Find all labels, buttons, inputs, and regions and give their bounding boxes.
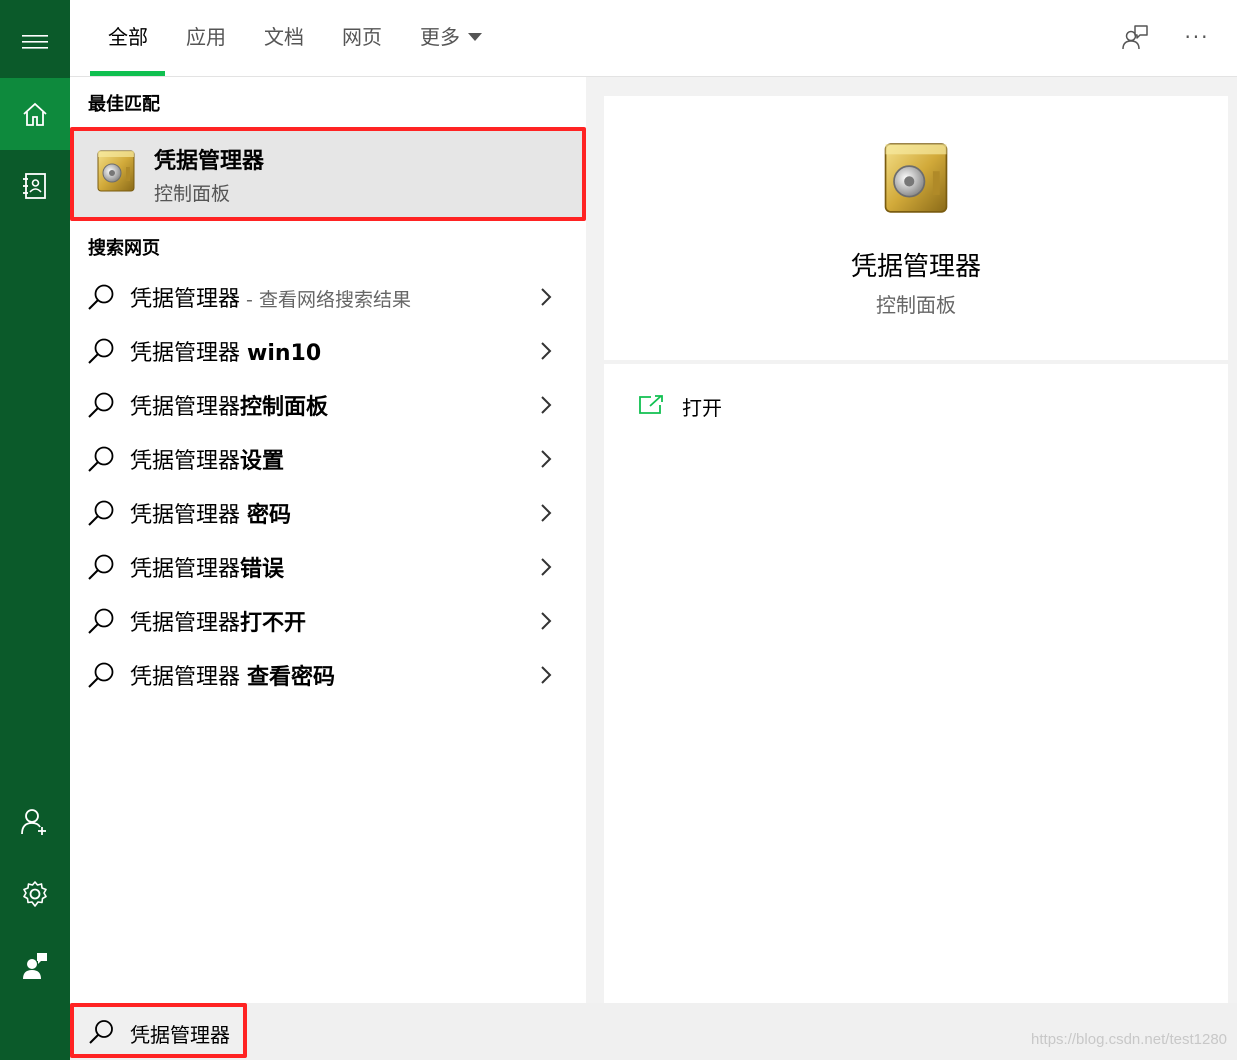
hamburger-menu-icon — [22, 35, 48, 49]
vault-safe-icon — [884, 143, 948, 213]
open-action-label: 打开 — [682, 396, 722, 420]
best-match-subtitle: 控制面板 — [154, 183, 231, 205]
web-search-query-suggestion: 设置 — [240, 449, 285, 474]
active-tab-indicator — [90, 71, 165, 76]
tab-apps[interactable]: 应用 — [186, 22, 226, 52]
search-icon — [88, 500, 114, 526]
account-button[interactable] — [0, 786, 70, 858]
web-search-query-prefix: 凭据管理器 — [130, 341, 247, 366]
chevron-right-icon — [541, 450, 552, 468]
web-search-text: 凭据管理器 查看密码 — [130, 659, 335, 691]
web-search-query-prefix: 凭据管理器 — [130, 611, 241, 636]
web-search-text: 凭据管理器错误 — [130, 551, 284, 583]
best-match-title: 凭据管理器 — [154, 149, 265, 174]
web-search-text: 凭据管理器 - 查看网络搜索结果 — [130, 281, 411, 313]
search-icon — [88, 554, 114, 580]
detail-header-card: 凭据管理器 控制面板 — [604, 96, 1228, 360]
web-search-query-prefix: 凭据管理器 — [130, 503, 247, 528]
web-search-text: 凭据管理器 win10 — [130, 335, 321, 367]
chevron-right-icon — [541, 666, 552, 684]
home-button[interactable] — [0, 78, 70, 150]
feedback-person-icon — [23, 953, 47, 979]
web-search-query-suggestion: 查看密码 — [247, 665, 336, 690]
feedback-chat-button[interactable] — [1120, 22, 1150, 52]
tab-more-label: 更多 — [420, 25, 460, 49]
detail-subtitle: 控制面板 — [876, 293, 956, 317]
web-search-query-suggestion: win10 — [247, 341, 322, 366]
search-query: 凭据管理器 — [130, 1023, 230, 1047]
home-icon — [23, 102, 47, 126]
web-search-query-suggestion: 错误 — [240, 557, 285, 582]
web-search-item[interactable]: 凭据管理器 查看密码 — [70, 649, 586, 701]
web-search-query-prefix: 凭据管理器 — [130, 287, 241, 312]
tab-more[interactable]: 更多 — [420, 22, 482, 52]
menu-button[interactable] — [0, 6, 70, 78]
web-search-query-suggestion: 密码 — [247, 503, 292, 528]
tab-all[interactable]: 全部 — [108, 22, 148, 52]
notebook-button[interactable] — [0, 150, 70, 222]
web-search-text: 凭据管理器控制面板 — [130, 389, 328, 421]
search-icon — [88, 446, 114, 472]
chevron-right-icon — [541, 288, 552, 306]
feedback-chat-icon — [1122, 25, 1148, 50]
web-search-text: 凭据管理器 密码 — [130, 497, 291, 529]
chevron-right-icon — [541, 342, 552, 360]
web-search-item[interactable]: 凭据管理器错误 — [70, 541, 586, 593]
tab-documents[interactable]: 文档 — [264, 22, 304, 52]
web-search-text: 凭据管理器设置 — [130, 443, 284, 475]
detail-title: 凭据管理器 — [850, 252, 981, 282]
web-search-text: 凭据管理器打不开 — [130, 605, 306, 637]
best-match-heading: 最佳匹配 — [88, 94, 160, 115]
chevron-down-icon — [468, 33, 482, 41]
scope-tab-bar: 全部 应用 文档 网页 更多 ··· — [70, 0, 1237, 77]
web-search-item[interactable]: 凭据管理器控制面板 — [70, 379, 586, 431]
best-match-item[interactable]: 凭据管理器 控制面板 — [70, 127, 586, 221]
chevron-right-icon — [541, 396, 552, 414]
add-user-icon — [21, 809, 46, 835]
more-options-icon[interactable]: ··· — [1182, 22, 1212, 52]
search-icon — [88, 284, 114, 310]
web-search-item[interactable]: 凭据管理器 win10 — [70, 325, 586, 377]
web-search-item[interactable]: 凭据管理器设置 — [70, 433, 586, 485]
search-icon — [88, 392, 114, 418]
tab-web[interactable]: 网页 — [342, 22, 382, 52]
web-search-query-suggestion: 打不开 — [240, 611, 307, 636]
web-search-query-prefix: 凭据管理器 — [130, 395, 241, 420]
web-search-item[interactable]: 凭据管理器 密码 — [70, 487, 586, 539]
search-icon — [89, 1020, 113, 1044]
notebook-icon — [23, 173, 46, 199]
web-search-item[interactable]: 凭据管理器 - 查看网络搜索结果 — [70, 271, 586, 323]
feedback-button[interactable] — [0, 930, 70, 1002]
settings-button[interactable] — [0, 858, 70, 930]
web-search-query-prefix: 凭据管理器 — [130, 449, 241, 474]
search-icon — [88, 338, 114, 364]
web-search-query-prefix: 凭据管理器 — [130, 665, 247, 690]
open-external-icon — [639, 395, 663, 414]
search-icon — [88, 662, 114, 688]
web-search-heading: 搜索网页 — [88, 238, 160, 259]
search-icon — [88, 608, 114, 634]
search-input[interactable]: 凭据管理器 — [70, 1003, 247, 1058]
vault-safe-icon — [97, 150, 135, 192]
settings-gear-icon — [23, 881, 47, 907]
left-rail — [0, 0, 70, 1060]
chevron-right-icon — [541, 612, 552, 630]
results-panel: 最佳匹配 凭据管理器 控制面板 搜索网页 凭据管理器 - 查看网络搜索结果 凭据… — [70, 77, 586, 1003]
web-search-query-prefix: 凭据管理器 — [130, 557, 241, 582]
watermark: https://blog.csdn.net/test1280 — [1031, 1031, 1227, 1048]
search-bar: 凭据管理器 https://blog.csdn.net/test1280 — [70, 1003, 1237, 1060]
web-search-hint: - 查看网络搜索结果 — [240, 289, 411, 311]
web-search-query-suggestion: 控制面板 — [240, 395, 329, 420]
chevron-right-icon — [541, 558, 552, 576]
chevron-right-icon — [541, 504, 552, 522]
detail-actions: 打开 — [604, 364, 1228, 1003]
web-search-item[interactable]: 凭据管理器打不开 — [70, 595, 586, 647]
